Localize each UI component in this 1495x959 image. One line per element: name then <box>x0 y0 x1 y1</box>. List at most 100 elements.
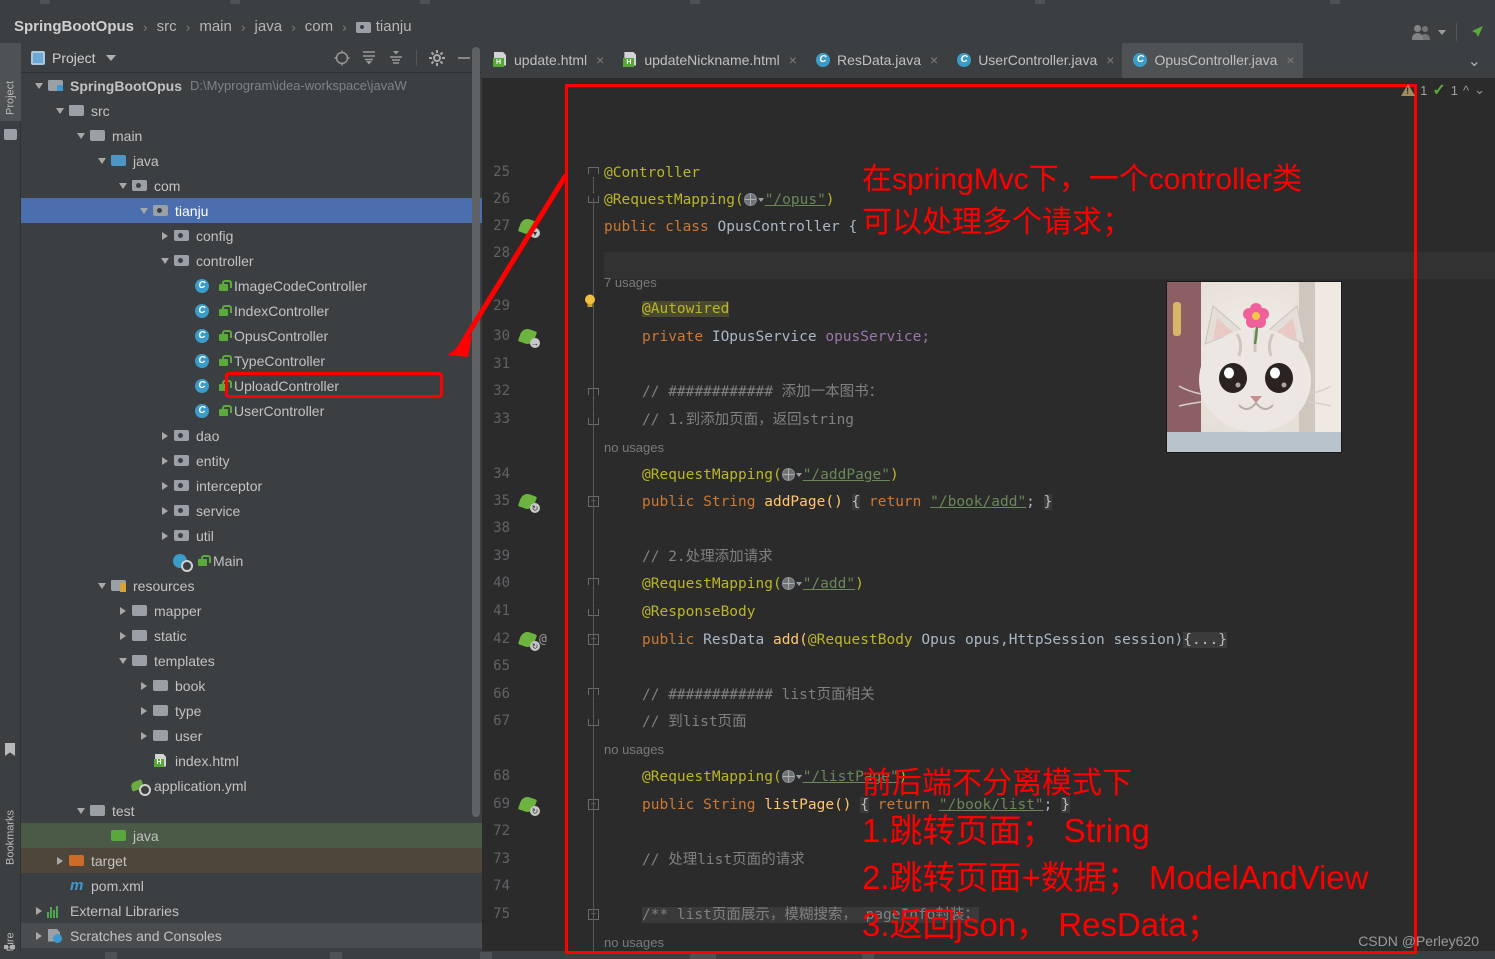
chevron-right-icon[interactable] <box>52 856 68 865</box>
chevron-right-icon[interactable] <box>157 506 173 515</box>
code-requestmapping-add[interactable]: @RequestMapping("/add") <box>604 575 864 593</box>
tree-item-util[interactable]: util <box>21 523 482 548</box>
editor-tab-bar[interactable]: update.html × updateNickname.html × C ResData… <box>482 43 1495 78</box>
tree-item-pom-xml[interactable]: m pom.xml <box>21 873 482 898</box>
globe-icon[interactable] <box>781 577 795 590</box>
tree-item-src[interactable]: src <box>21 98 482 123</box>
tree-item-application-yml[interactable]: application.yml <box>21 773 482 798</box>
bookmark-icon[interactable] <box>5 743 15 756</box>
code-comment-to-list-page[interactable]: // 到list页面 <box>604 713 747 731</box>
annotation-gutter-icon[interactable]: @ <box>539 632 547 647</box>
chevron-down-icon[interactable] <box>94 157 110 164</box>
chevron-down-icon[interactable] <box>795 775 802 779</box>
tree-item-user[interactable]: user <box>21 723 482 748</box>
chevron-right-icon[interactable] <box>115 631 131 640</box>
tree-item-external-libraries[interactable]: External Libraries <box>21 898 482 923</box>
tree-item-com[interactable]: com <box>21 173 482 198</box>
chevron-right-icon[interactable] <box>157 531 173 540</box>
breadcrumb-item-1[interactable]: src <box>157 18 177 35</box>
chevron-right-icon[interactable] <box>157 431 173 440</box>
code-comment-handle-list[interactable]: // 处理list页面的请求 <box>604 851 805 869</box>
tree-item-mapper[interactable]: mapper <box>21 598 482 623</box>
tree-item-index-html[interactable]: index.html <box>21 748 482 773</box>
tool-tab-project[interactable]: Project <box>0 43 21 121</box>
tree-item-type[interactable]: type <box>21 698 482 723</box>
collapse-all-icon[interactable] <box>387 49 405 67</box>
chevron-down-icon[interactable] <box>115 182 131 189</box>
close-icon[interactable]: × <box>596 52 604 68</box>
chevron-right-icon[interactable] <box>157 481 173 490</box>
tree-item-book[interactable]: book <box>21 673 482 698</box>
globe-icon[interactable] <box>781 468 795 481</box>
chevron-down-icon[interactable] <box>73 132 89 139</box>
code-comment-list-section[interactable]: // ############ list页面相关 <box>604 686 875 704</box>
chevron-down-icon[interactable] <box>795 473 802 477</box>
spring-bean-gutter-icon[interactable]: ↻ <box>517 794 540 816</box>
tree-item-test[interactable]: test <box>21 798 482 823</box>
chevron-right-icon[interactable] <box>136 706 152 715</box>
settings-gear-icon[interactable] <box>428 49 446 67</box>
code-requestmapping-opus[interactable]: @RequestMapping("/opus") <box>604 191 835 209</box>
tree-item-resources[interactable]: resources <box>21 573 482 598</box>
code-annotation-autowired[interactable]: @Autowired <box>604 300 730 318</box>
tree-item-templates[interactable]: templates <box>21 648 482 673</box>
tree-item-interceptor[interactable]: interceptor <box>21 473 482 498</box>
close-icon[interactable]: × <box>930 52 938 68</box>
chevron-right-icon[interactable] <box>115 606 131 615</box>
code-field-opusservice[interactable]: private IOpusService opusService; <box>604 328 930 346</box>
breadcrumb-item-0[interactable]: SpringBootOpus <box>14 18 134 35</box>
tool-tab-bookmarks[interactable]: Bookmarks <box>0 773 21 871</box>
folder-icon[interactable] <box>4 129 17 140</box>
code-method-addpage[interactable]: public String addPage() { return "/book/… <box>604 493 1053 511</box>
tree-item-main[interactable]: Main <box>21 548 482 573</box>
globe-icon[interactable] <box>781 770 795 783</box>
chevron-down-icon[interactable] <box>136 207 152 214</box>
tree-item-scratches-and-consoles[interactable]: Scratches and Consoles <box>21 923 482 948</box>
tree-item-imagecodecontroller[interactable]: C ImageCodeController <box>21 273 482 298</box>
chevron-down-icon[interactable] <box>795 582 802 586</box>
close-icon[interactable]: × <box>1106 52 1114 68</box>
editor-tab-updatenickname-html[interactable]: updateNickname.html × <box>612 43 805 78</box>
project-tree-scrollbar[interactable] <box>472 47 480 817</box>
breadcrumb-item-5[interactable]: tianju <box>376 18 412 35</box>
chevron-down-icon[interactable] <box>105 54 116 61</box>
tree-item-java[interactable]: java <box>21 148 482 173</box>
tree-item-dao[interactable]: dao <box>21 423 482 448</box>
tree-item-uploadcontroller[interactable]: C UploadController <box>21 373 482 398</box>
code-comment-add-page[interactable]: // 1.到添加页面，返回string <box>604 411 854 429</box>
code-folding-column[interactable]: ++++ <box>582 78 604 959</box>
tree-item-indexcontroller[interactable]: C IndexController <box>21 298 482 323</box>
chevron-up-icon[interactable]: ^ <box>1463 83 1469 98</box>
locate-icon[interactable] <box>333 49 351 67</box>
chevron-down-icon[interactable] <box>31 82 47 89</box>
editor-tabs-overflow-icon[interactable]: ⌄ <box>1454 43 1495 78</box>
chevron-right-icon[interactable] <box>136 731 152 740</box>
chevron-down-icon[interactable]: ⌄ <box>1474 82 1485 98</box>
globe-icon[interactable] <box>743 193 757 206</box>
editor-tab-update-html[interactable]: update.html × <box>482 43 612 78</box>
tree-item-entity[interactable]: entity <box>21 448 482 473</box>
editor-tab-usercontroller-java[interactable]: C UserController.java × <box>946 43 1122 78</box>
chevron-right-icon[interactable] <box>157 231 173 240</box>
fold-top-marker[interactable] <box>588 167 599 178</box>
code-comment-add-book[interactable]: // ############ 添加一本图书： <box>604 383 883 401</box>
chevron-down-icon[interactable] <box>52 107 68 114</box>
code-annotation-controller[interactable]: @Controller <box>604 164 700 182</box>
code-comment-handle-add[interactable]: // 2.处理添加请求 <box>604 548 773 566</box>
breadcrumb-item-4[interactable]: com <box>305 18 333 35</box>
chevron-down-icon[interactable] <box>157 257 173 264</box>
tree-item-java[interactable]: java <box>21 823 482 848</box>
breadcrumb-item-3[interactable]: java <box>255 18 283 35</box>
people-icon[interactable] <box>1411 23 1433 41</box>
close-icon[interactable]: × <box>1286 52 1294 68</box>
close-icon[interactable]: × <box>789 52 797 68</box>
chevron-down-icon[interactable] <box>73 807 89 814</box>
chevron-right-icon[interactable] <box>31 931 47 940</box>
green-check-icon[interactable]: ✓ <box>1432 80 1445 100</box>
warning-triangle-icon[interactable] <box>1401 84 1416 96</box>
expand-all-icon[interactable] <box>360 49 378 67</box>
chevron-down-icon[interactable] <box>94 582 110 589</box>
project-tree[interactable]: SpringBootOpus D:\Myprogram\idea-workspac… <box>21 73 482 959</box>
intention-bulb-icon[interactable] <box>582 293 598 309</box>
tree-item-target[interactable]: target <box>21 848 482 873</box>
